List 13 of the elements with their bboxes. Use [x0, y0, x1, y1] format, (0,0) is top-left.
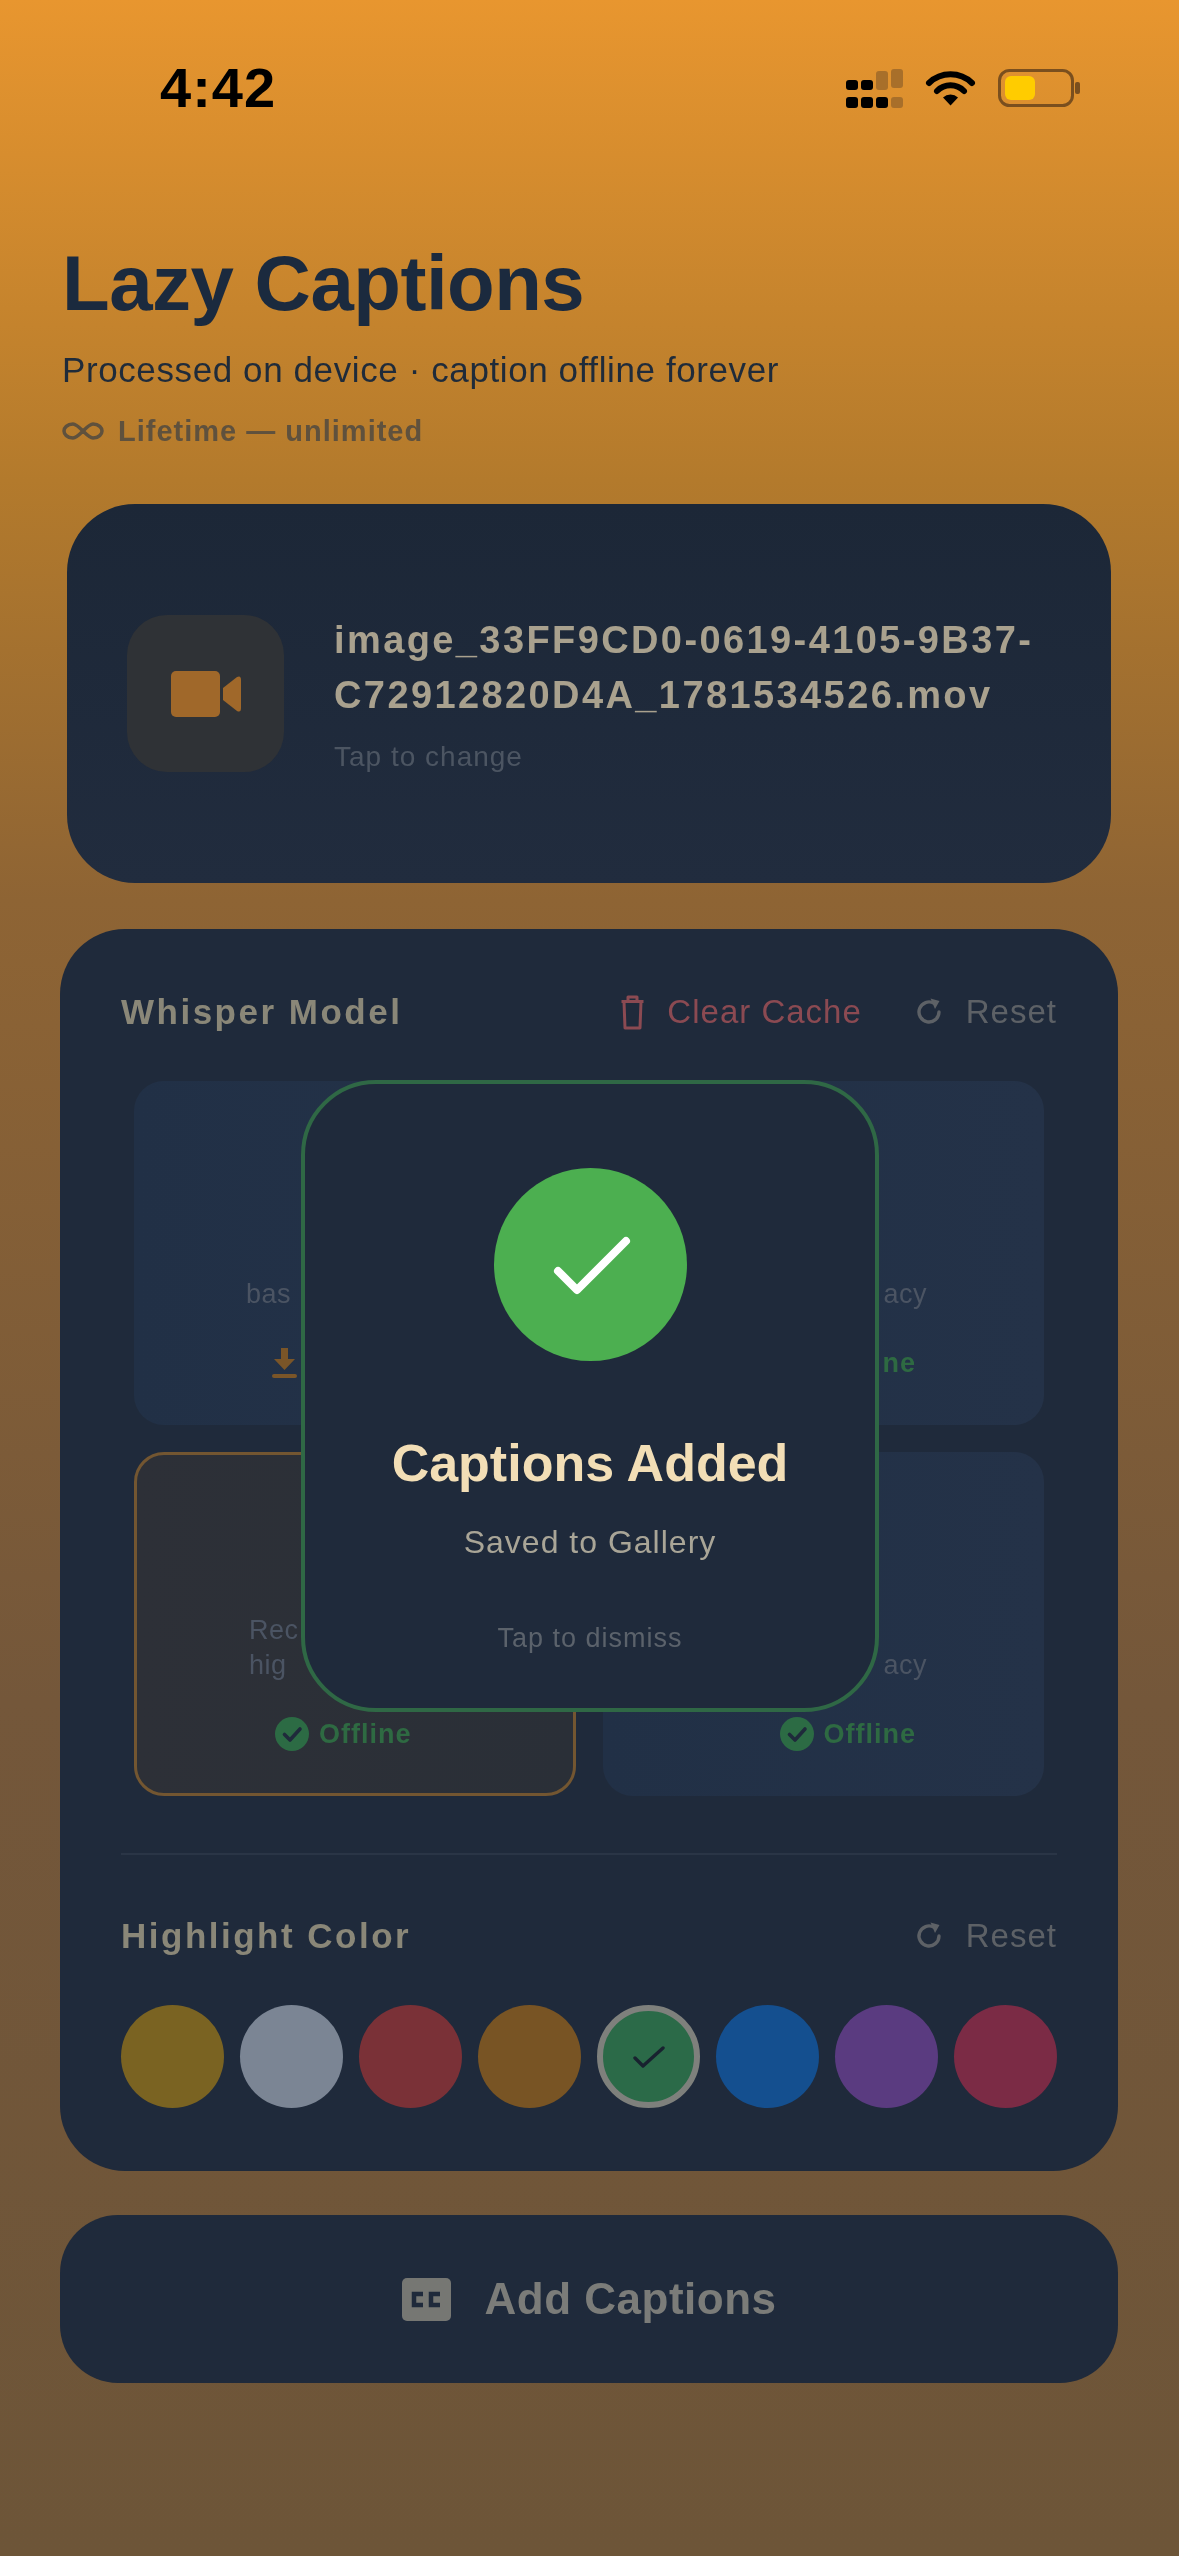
app-subtitle: Processed on device · caption offline forever [62, 349, 780, 391]
section-title: Whisper Model [121, 992, 403, 1032]
dismiss-hint: Tap to dismiss [497, 1622, 683, 1655]
status-label: Offline [823, 1718, 916, 1751]
dialog-message: Saved to Gallery [463, 1523, 717, 1562]
section-title: Highlight Color [121, 1916, 412, 1956]
file-name: image_33FF9CD0-0619-4105-9B37-C72912820D4A_1781534526.mov [334, 617, 1035, 718]
status-time: 4:42 [160, 60, 277, 116]
status-label: ne [882, 1347, 916, 1380]
app-title: Lazy Captions [62, 240, 585, 327]
status-label: Offline [319, 1718, 412, 1751]
dialog-title: Captions Added [391, 1433, 789, 1494]
plan-label: Lifetime — unlimited [118, 414, 424, 449]
